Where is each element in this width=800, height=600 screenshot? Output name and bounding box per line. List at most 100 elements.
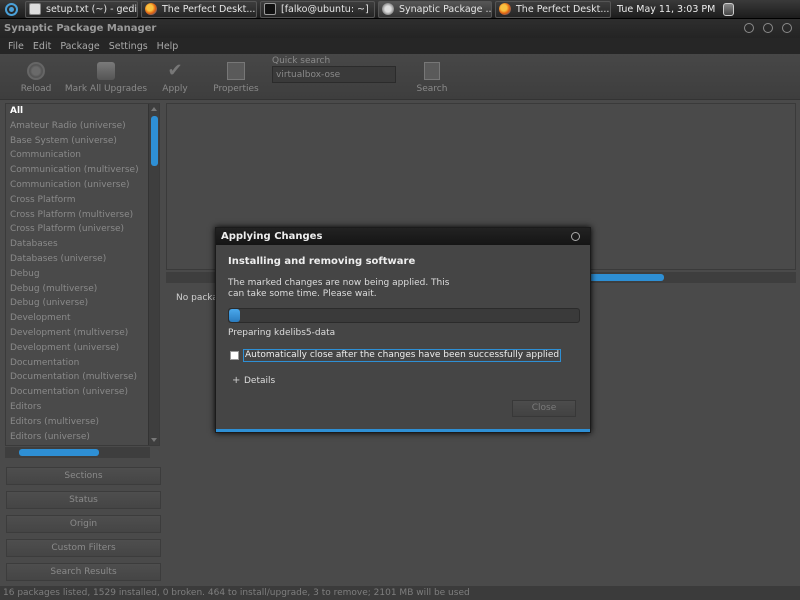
window-titlebar: Synaptic Package Manager xyxy=(0,19,800,38)
category-item[interactable]: Debug (multiverse) xyxy=(6,282,159,297)
system-menu-icon[interactable] xyxy=(0,0,22,19)
mark-all-label: Mark All Upgrades xyxy=(64,84,148,94)
quick-search-label: Quick search xyxy=(272,56,331,66)
close-icon[interactable] xyxy=(782,23,792,33)
category-item[interactable]: Development (universe) xyxy=(6,341,159,356)
hscrollbar-thumb[interactable] xyxy=(19,449,99,456)
reload-button[interactable]: Reload xyxy=(18,62,54,94)
category-item[interactable]: Development (multiverse) xyxy=(6,326,159,341)
search-button[interactable]: Search xyxy=(414,62,450,94)
dialog-message: The marked changes are now being applied… xyxy=(228,278,450,299)
category-item[interactable]: All xyxy=(6,104,159,119)
dialog-titlebar: Applying Changes xyxy=(216,228,590,245)
category-item[interactable]: Editors (multiverse) xyxy=(6,415,159,430)
menu-file[interactable]: File xyxy=(8,41,24,52)
task-firefox-1[interactable]: The Perfect Deskt... xyxy=(141,0,257,18)
apply-label: Apply xyxy=(162,84,188,94)
progress-fill xyxy=(229,309,240,322)
category-item[interactable]: Communication (multiverse) xyxy=(6,163,159,178)
task-synaptic[interactable]: Synaptic Package ... xyxy=(378,0,492,18)
close-button[interactable]: Close xyxy=(512,400,576,417)
reload-label: Reload xyxy=(20,84,52,94)
clock[interactable]: Tue May 11, 3:03 PM xyxy=(617,4,715,15)
menu-settings[interactable]: Settings xyxy=(109,41,148,52)
custom-filters-button[interactable]: Custom Filters xyxy=(6,539,161,557)
task-firefox-2[interactable]: The Perfect Deskt... xyxy=(495,0,611,18)
category-item[interactable]: Communication (universe) xyxy=(6,178,159,193)
category-item[interactable]: Debug xyxy=(6,267,159,282)
task-label: The Perfect Deskt... xyxy=(516,3,610,15)
minimize-icon[interactable] xyxy=(744,23,754,33)
terminal-icon xyxy=(264,3,276,15)
properties-button[interactable]: Properties xyxy=(212,62,260,94)
description-text: No packa xyxy=(176,293,218,303)
toolbar: Reload Mark All Upgrades ✔ Apply Propert… xyxy=(0,54,800,100)
close-icon[interactable] xyxy=(571,232,580,241)
category-scrollbar[interactable] xyxy=(148,104,159,445)
task-label: setup.txt (~) - gedit xyxy=(46,3,138,15)
category-list: All Amateur Radio (universe) Base System (… xyxy=(5,103,160,446)
category-item[interactable]: Development xyxy=(6,311,159,326)
category-item[interactable]: Amateur Radio (universe) xyxy=(6,119,159,134)
category-item[interactable]: Cross Platform (universe) xyxy=(6,222,159,237)
category-item[interactable]: Cross Platform (multiverse) xyxy=(6,208,159,223)
hscrollbar-thumb[interactable] xyxy=(586,274,664,281)
synaptic-icon xyxy=(382,3,394,15)
category-item[interactable]: Documentation (universe) xyxy=(6,385,159,400)
category-item[interactable]: Debug (universe) xyxy=(6,296,159,311)
menubar: File Edit Package Settings Help xyxy=(0,38,800,54)
upgrade-icon xyxy=(97,62,115,80)
menu-package[interactable]: Package xyxy=(60,41,99,52)
category-item[interactable]: Communication xyxy=(6,148,159,163)
battery-icon[interactable] xyxy=(723,2,735,16)
properties-icon xyxy=(227,62,245,80)
menu-help[interactable]: Help xyxy=(157,41,179,52)
quick-search-input[interactable] xyxy=(272,66,396,83)
maximize-icon[interactable] xyxy=(763,23,773,33)
expander-plus-icon[interactable]: + xyxy=(232,375,240,386)
search-label: Search xyxy=(416,84,448,94)
status-button[interactable]: Status xyxy=(6,491,161,509)
sections-button[interactable]: Sections xyxy=(6,467,161,485)
category-item[interactable]: Base System (universe) xyxy=(6,134,159,149)
status-bar: 16 packages listed, 1529 installed, 0 br… xyxy=(0,586,800,600)
task-label: [falko@ubuntu: ~] xyxy=(281,3,369,15)
firefox-icon xyxy=(499,3,511,15)
autoclose-label[interactable]: Automatically close after the changes ha… xyxy=(243,349,562,362)
search-icon xyxy=(424,62,440,80)
task-gedit[interactable]: setup.txt (~) - gedit xyxy=(25,0,138,18)
search-results-button[interactable]: Search Results xyxy=(6,563,161,581)
properties-label: Properties xyxy=(213,84,259,94)
checkmark-icon: ✔ xyxy=(167,60,183,81)
window-title: Synaptic Package Manager xyxy=(4,23,157,34)
task-label: The Perfect Deskt... xyxy=(162,3,256,15)
category-item[interactable]: Databases (universe) xyxy=(6,252,159,267)
category-item[interactable]: Editors (universe) xyxy=(6,430,159,445)
dialog-accent-line xyxy=(216,429,590,432)
applying-changes-dialog: Applying Changes Installing and removing… xyxy=(215,227,591,433)
dialog-title: Applying Changes xyxy=(221,231,323,242)
gedit-icon xyxy=(29,3,41,15)
autoclose-checkbox[interactable] xyxy=(230,351,239,360)
mark-all-upgrades-button[interactable]: Mark All Upgrades xyxy=(64,62,148,94)
category-item[interactable]: Databases xyxy=(6,237,159,252)
category-item[interactable]: Editors xyxy=(6,400,159,415)
scroll-down-icon[interactable] xyxy=(151,438,157,442)
category-hscrollbar[interactable] xyxy=(5,447,150,458)
category-item[interactable]: Documentation (multiverse) xyxy=(6,370,159,385)
progress-status: Preparing kdelibs5-data xyxy=(228,328,336,338)
details-expander[interactable]: Details xyxy=(244,376,275,386)
dialog-heading: Installing and removing software xyxy=(228,256,416,267)
firefox-icon xyxy=(145,3,157,15)
reload-icon xyxy=(27,62,45,80)
task-terminal[interactable]: [falko@ubuntu: ~] xyxy=(260,0,375,18)
category-item[interactable]: Cross Platform xyxy=(6,193,159,208)
top-panel: setup.txt (~) - gedit The Perfect Deskt.… xyxy=(0,0,800,19)
scroll-up-icon[interactable] xyxy=(151,107,157,111)
apply-button[interactable]: ✔ Apply xyxy=(160,60,190,95)
scrollbar-thumb[interactable] xyxy=(151,116,158,166)
task-label: Synaptic Package ... xyxy=(399,3,492,15)
category-item[interactable]: Documentation xyxy=(6,356,159,371)
menu-edit[interactable]: Edit xyxy=(33,41,51,52)
origin-button[interactable]: Origin xyxy=(6,515,161,533)
